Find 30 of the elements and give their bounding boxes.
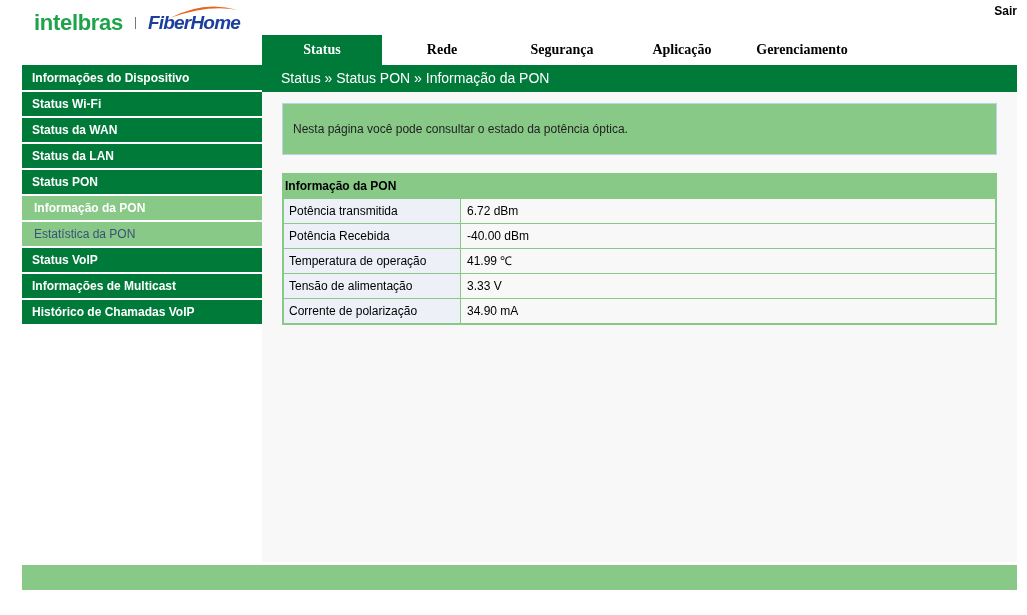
table-title: Informação da PON xyxy=(284,173,995,198)
field-label: Corrente de polarização xyxy=(284,299,461,323)
field-label: Potência transmitida xyxy=(284,199,461,223)
sidebar-item[interactable]: Status Wi-Fi xyxy=(22,92,262,118)
sidebar-item[interactable]: Status da WAN xyxy=(22,118,262,144)
sidebar-item[interactable]: Status da LAN xyxy=(22,144,262,170)
sidebar-subitem[interactable]: Estatística da PON xyxy=(22,222,262,248)
sidebar-item[interactable]: Status VoIP xyxy=(22,248,262,274)
field-label: Temperatura de operação xyxy=(284,249,461,273)
nav-tab[interactable]: Gerenciamento xyxy=(742,35,862,65)
field-value: 34.90 mA xyxy=(466,303,519,320)
partner-logo: FiberHome xyxy=(148,12,241,33)
nav-tab[interactable]: Status xyxy=(262,35,382,65)
field-label: Tensão de alimentação xyxy=(284,274,461,298)
field-label: Potência Recebida xyxy=(284,224,461,248)
logout-link[interactable]: Sair xyxy=(994,4,1017,18)
field-value: 41.99 ℃ xyxy=(466,253,513,270)
sidebar-item[interactable]: Histórico de Chamadas VoIP xyxy=(22,300,262,326)
nav-tab[interactable]: Rede xyxy=(382,35,502,65)
field-value: 6.72 dBm xyxy=(466,203,519,220)
sidebar-item[interactable]: Informações de Multicast xyxy=(22,274,262,300)
sidebar-item[interactable]: Status PON xyxy=(22,170,262,196)
nav-tab[interactable]: Aplicação xyxy=(622,35,742,65)
breadcrumb: Status » Status PON » Informação da PON xyxy=(262,65,1017,92)
nav-tab[interactable]: Segurança xyxy=(502,35,622,65)
info-notice: Nesta página você pode consultar o estado da potência óptica. xyxy=(282,103,997,155)
sidebar-item[interactable]: Informações do Dispositivo xyxy=(22,65,262,92)
brand-logo: intelbras xyxy=(34,10,123,36)
field-value: 3.33 V xyxy=(466,278,502,295)
field-value: -40.00 dBm xyxy=(466,228,530,245)
